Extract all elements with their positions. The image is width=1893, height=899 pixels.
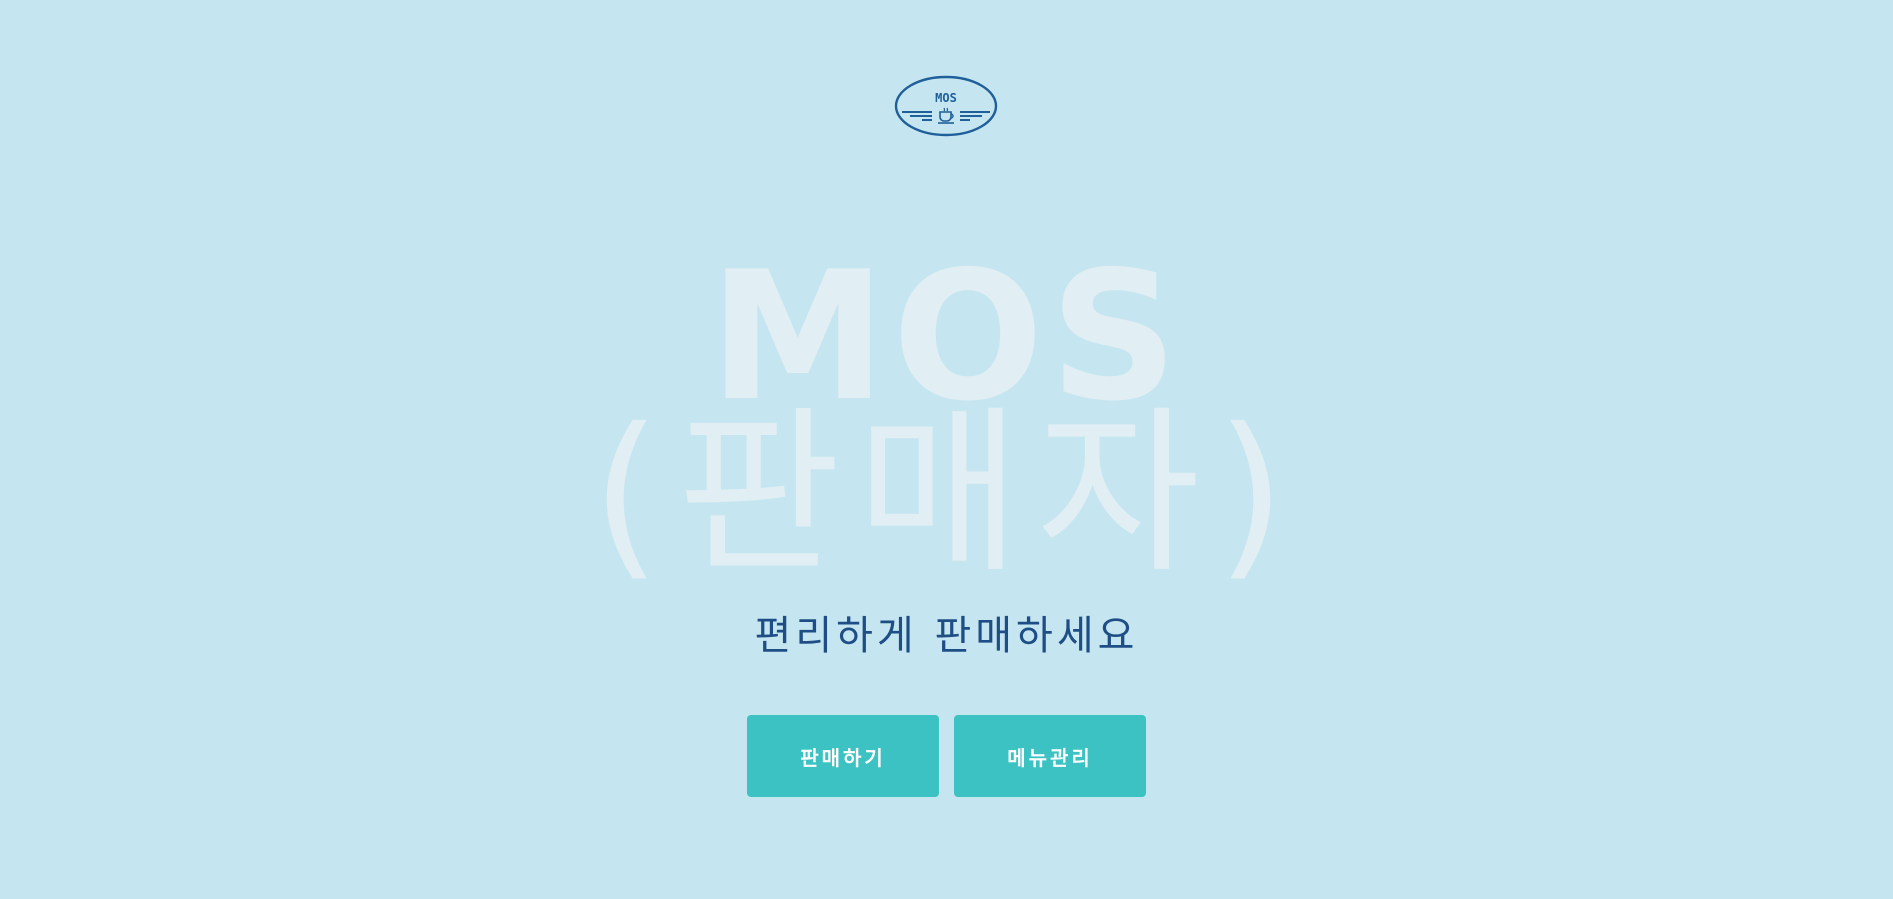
- hero-subtitle-role: (판매자): [591, 390, 1302, 597]
- logo-emblem: MOS: [894, 75, 998, 137]
- landing-page: MOS MOS (판매자) 편리하게 판매하세요 판매하기 메뉴관리: [0, 0, 1893, 899]
- sell-button[interactable]: 판매하기: [747, 715, 939, 797]
- logo-text: MOS: [935, 91, 957, 105]
- coffee-cup-icon: [938, 107, 954, 124]
- tagline: 편리하게 판매하세요: [754, 613, 1139, 659]
- menu-management-button[interactable]: 메뉴관리: [954, 715, 1146, 797]
- mos-logo: MOS: [894, 75, 998, 137]
